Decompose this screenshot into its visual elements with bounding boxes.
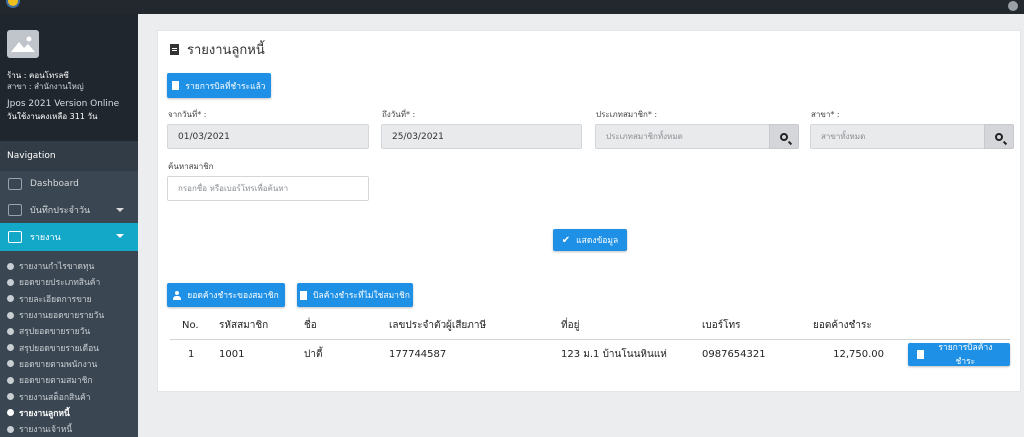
from-date-field[interactable]: 01/03/2021: [167, 124, 369, 149]
branch-search-button[interactable]: [984, 124, 1014, 149]
branch-label: สาขา* :: [811, 110, 840, 119]
version-text: Jpos 2021 Version Online: [7, 99, 120, 109]
sidebar-item-label: บันทึกประจำวัน: [30, 206, 91, 216]
branch-field[interactable]: สาขาทั้งหมด: [810, 124, 985, 149]
search-icon: [995, 132, 1003, 141]
page-title-text: รายงานลูกหนี้: [187, 43, 265, 58]
col-header: รหัสสมาชิก: [219, 313, 304, 340]
submenu-item[interactable]: รายงานกำไรขาดทุน: [0, 258, 138, 274]
page-title: รายงานลูกหนี้: [170, 39, 265, 60]
cell-no: 1: [188, 348, 195, 360]
from-date-label: จากวันที่* :: [168, 110, 207, 119]
unpaid-bills-button[interactable]: รายการบิลค้างชำระ: [908, 342, 1010, 367]
to-date-label: ถึงวันที่* :: [382, 110, 416, 119]
submenu-item[interactable]: รายงานเจ้าหนี้: [0, 421, 138, 437]
table-row: 1 1001 ปาตี้ 177744587 123 ม.1 บ้านโนนหิ…: [170, 339, 1010, 369]
sidebar-item-dashboard[interactable]: Dashboard: [0, 171, 138, 197]
cell-address: 123 ม.1 บ้านโนนหินแห่: [561, 348, 667, 360]
caret-down-icon: [116, 208, 124, 212]
dashboard-icon: [8, 178, 22, 190]
user-menu-icon[interactable]: [1008, 1, 1018, 11]
shop-name: ร้าน : คอนโทรลซี: [7, 71, 69, 80]
document-icon: [300, 290, 308, 300]
nonmember-debt-button[interactable]: บิลค้างชำระที่ไม่ใช่สมาชิก: [297, 283, 413, 307]
submenu-item[interactable]: รายงานสต็อกสินค้า: [0, 388, 138, 404]
report-panel: รายงานลูกหนี้ รายการบิลที่ชำระแล้ว จากวั…: [157, 30, 1021, 392]
to-date-field[interactable]: 25/03/2021: [381, 124, 582, 149]
paid-bills-button[interactable]: รายการบิลที่ชำระแล้ว: [167, 73, 271, 98]
caret-down-icon: [116, 234, 124, 238]
member-type-field[interactable]: ประเภทสมาชิกทั้งหมด: [595, 124, 770, 149]
bullet-icon: [7, 376, 14, 384]
cell-balance: 12,750.00: [833, 348, 884, 360]
member-type-search-button[interactable]: [769, 124, 799, 149]
bullet-icon: [7, 409, 14, 417]
document-icon: [917, 349, 924, 359]
branch-name: สาขา : สำนักงานใหญ่: [7, 82, 84, 91]
submenu-item[interactable]: สรุปยอดขายรายเดือน: [0, 339, 138, 355]
col-header: [896, 313, 1010, 340]
report-submenu: รายงานกำไรขาดทุน ยอดขายประเภทสินค้า รายล…: [0, 251, 138, 437]
bullet-icon: [7, 344, 14, 352]
col-header: ที่อยู่: [561, 313, 702, 340]
avatar: [7, 30, 39, 58]
submenu-item-current[interactable]: รายงานลูกหนี้: [0, 405, 138, 421]
table-header-row: No. รหัสสมาชิก ชื่อ เลขประจำตัวผู้เสียภา…: [170, 313, 1010, 340]
bullet-icon: [7, 327, 14, 335]
cell-action: รายการบิลค้างชำระ: [896, 339, 1010, 369]
document-icon: [170, 44, 179, 55]
search-icon: [780, 132, 788, 141]
document-icon: [172, 81, 180, 90]
member-type-placeholder: ประเภทสมาชิกทั้งหมด: [606, 132, 683, 141]
app-logo-icon: [6, 0, 20, 8]
sidebar: ร้าน : คอนโทรลซี สาขา : สำนักงานใหญ่ Jpo…: [0, 14, 138, 437]
sidebar-item-reports[interactable]: รายงาน: [0, 223, 138, 251]
member-debt-button[interactable]: ยอดค้างชำระของสมาชิก: [167, 283, 285, 307]
cell-name: ปาตี้: [304, 348, 323, 360]
cell-tax-id: 177744587: [389, 348, 447, 360]
member-search-label: ค้นหาสมาชิก: [168, 162, 214, 171]
submenu-item[interactable]: ยอดขายตามสมาชิก: [0, 372, 138, 388]
member-search-input[interactable]: กรอกชื่อ หรือเบอร์โทรเพื่อค้นหา: [167, 176, 369, 201]
submenu-item[interactable]: ยอดขายประเภทสินค้า: [0, 274, 138, 290]
col-header: ยอดค้างชำระ: [813, 313, 896, 340]
printer-icon: [8, 204, 22, 216]
report-icon: [8, 231, 22, 243]
submenu-item[interactable]: รายละเอียดการขาย: [0, 291, 138, 307]
bullet-icon: [7, 311, 14, 319]
sidebar-item-label: รายงาน: [30, 233, 61, 243]
cell-phone: 0987654321: [702, 348, 766, 360]
member-search-placeholder: กรอกชื่อ หรือเบอร์โทรเพื่อค้นหา: [178, 184, 289, 193]
top-bar: [0, 0, 1024, 14]
submenu-item[interactable]: รายงานยอดขายรายวัน: [0, 307, 138, 323]
bullet-icon: [7, 262, 14, 270]
sidebar-item-label: Dashboard: [30, 179, 79, 189]
bullet-icon: [7, 425, 14, 433]
check-icon: ✔: [561, 234, 571, 246]
submenu-item[interactable]: ยอดขายตามพนักงาน: [0, 356, 138, 372]
debtor-table: No. รหัสสมาชิก ชื่อ เลขประจำตัวผู้เสียภา…: [170, 313, 1010, 369]
nav-title: Navigation: [0, 141, 138, 171]
submenu-item[interactable]: สรุปยอดขายรายวัน: [0, 323, 138, 339]
profile-block: ร้าน : คอนโทรลซี สาขา : สำนักงานใหญ่ Jpo…: [0, 14, 138, 141]
bullet-icon: [7, 278, 14, 286]
bullet-icon: [7, 393, 14, 401]
user-icon: [173, 290, 182, 300]
branch-placeholder: สาขาทั้งหมด: [821, 132, 866, 141]
member-type-label: ประเภทสมาชิก* :: [596, 110, 658, 119]
col-header: ชื่อ: [304, 313, 389, 340]
col-header: No.: [170, 313, 219, 340]
col-header: เลขประจำตัวผู้เสียภาษี: [389, 313, 561, 340]
show-data-button[interactable]: ✔ แสดงข้อมูล: [553, 229, 627, 251]
cell-code: 1001: [219, 348, 245, 360]
days-left-text: วันใช้งานคงเหลือ 311 วัน: [7, 112, 98, 121]
sidebar-item-daily-record[interactable]: บันทึกประจำวัน: [0, 197, 138, 223]
bullet-icon: [7, 360, 14, 368]
col-header: เบอร์โทร: [702, 313, 813, 340]
bullet-icon: [7, 295, 14, 303]
